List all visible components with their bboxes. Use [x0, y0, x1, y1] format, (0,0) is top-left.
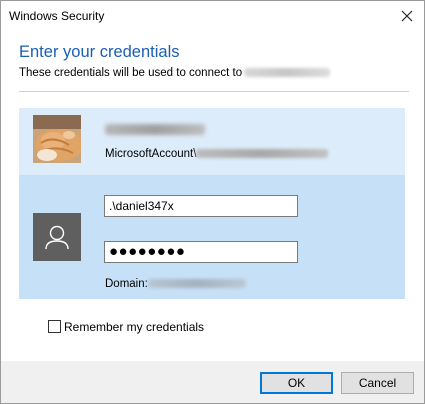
cancel-button[interactable]: Cancel [341, 372, 414, 394]
user-icon [33, 213, 81, 261]
redacted-host [244, 68, 331, 77]
dialog-subheading: These credentials will be used to connec… [19, 67, 331, 79]
remember-checkbox[interactable] [48, 320, 61, 333]
close-icon[interactable] [396, 5, 418, 27]
title-bar: Windows Security [1, 1, 424, 32]
credential-dialog: Windows Security Enter your credentials … [0, 0, 425, 404]
username-input[interactable]: .\daniel347x [104, 195, 298, 217]
redacted-account-email [196, 149, 329, 158]
password-input[interactable]: ●●●●●●●● [104, 241, 298, 263]
cat-avatar [33, 115, 81, 163]
subheading-text: These credentials will be used to connec… [19, 67, 243, 79]
saved-account-option[interactable]: MicrosoftAccount\ [19, 108, 405, 175]
redacted-domain [147, 279, 246, 288]
account-id: MicrosoftAccount\ [105, 148, 329, 160]
window-title: Windows Security [9, 9, 105, 23]
divider [19, 91, 409, 92]
remember-label: Remember my credentials [64, 320, 205, 334]
remember-credentials-option[interactable]: Remember my credentials [48, 320, 204, 334]
redacted-account-name [105, 124, 205, 135]
ok-button[interactable]: OK [260, 372, 333, 394]
new-credential-option[interactable]: .\daniel347x ●●●●●●●● Domain: [19, 175, 405, 299]
account-id-prefix: MicrosoftAccount\ [105, 148, 197, 160]
domain-label: Domain: [105, 278, 148, 290]
domain-info: Domain: [105, 278, 246, 290]
button-bar: OK Cancel [1, 361, 424, 403]
dialog-heading: Enter your credentials [19, 43, 180, 61]
